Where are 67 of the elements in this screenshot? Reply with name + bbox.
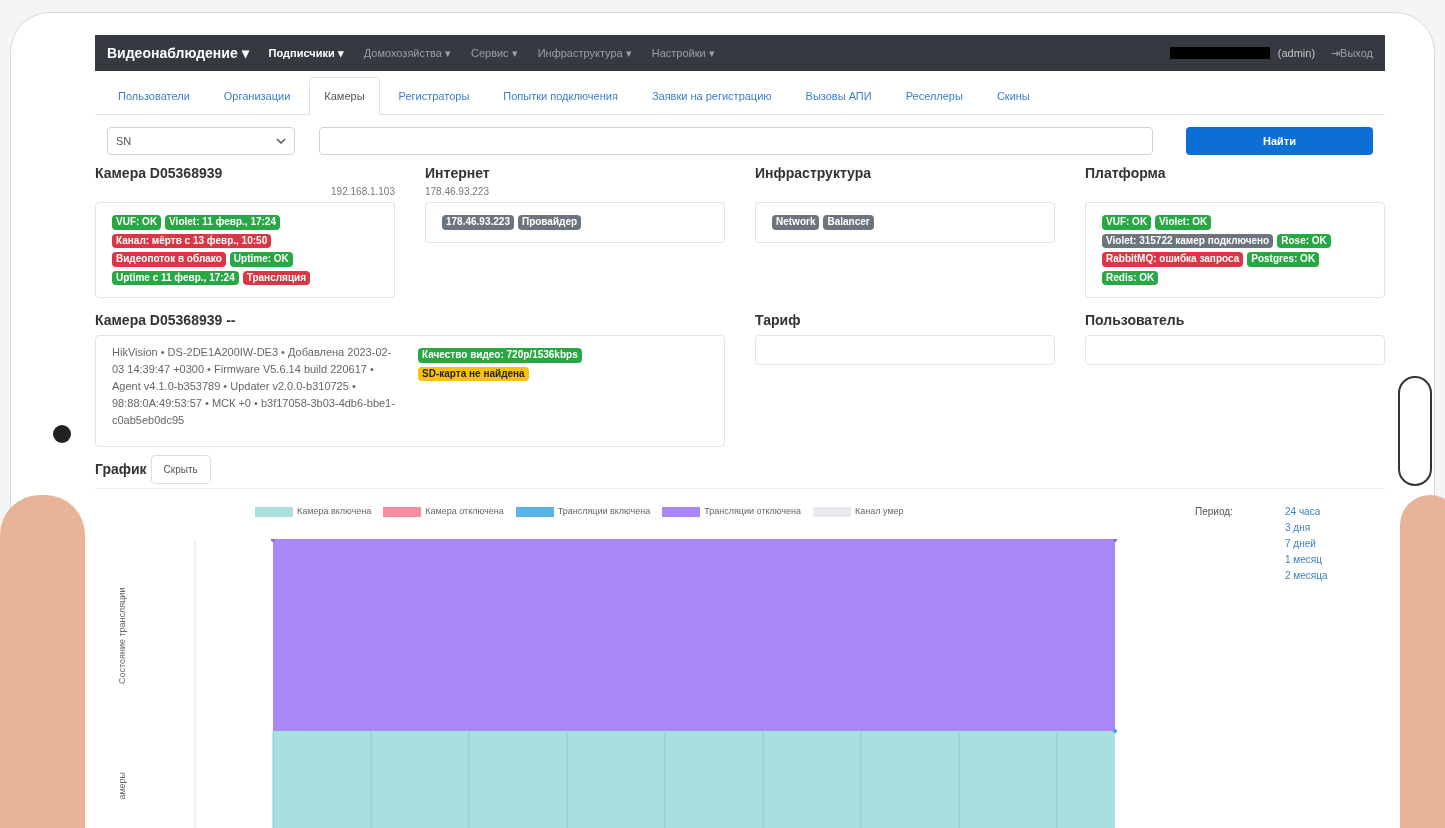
status-badge: Violet: OK: [1155, 215, 1212, 230]
section-title: График: [95, 460, 147, 479]
axis-label: Состояние трансляции: [116, 587, 129, 684]
status-badge: SD-карта не найдена: [418, 366, 529, 381]
section-title: Платформа: [1085, 164, 1167, 183]
hide-button[interactable]: Скрыть: [150, 455, 211, 484]
ip-address: 178.46.93.223: [425, 185, 489, 198]
period-link[interactable]: 1 месяц: [1285, 552, 1328, 568]
tab[interactable]: Вызовы АПИ: [790, 76, 887, 115]
ip-address: 192.168.1.103: [331, 185, 395, 198]
legend-label: Трансляции включена: [557, 505, 651, 518]
home-button[interactable]: [1398, 376, 1432, 486]
tab[interactable]: Заявки на регистрацию: [636, 76, 787, 115]
section-title: Камера D05368939 --: [95, 311, 237, 330]
period-link[interactable]: 7 дней: [1285, 536, 1328, 552]
nav-menu[interactable]: Инфраструктура ▾: [537, 44, 632, 62]
status-badge: Rose: OK: [1277, 233, 1331, 248]
status-badge: Violet: 315722 камер подключено: [1102, 233, 1274, 248]
status-badge: 178.46.93.223: [442, 215, 514, 230]
status-badge: VUF: OK: [112, 215, 162, 230]
tab[interactable]: Регистраторы: [383, 76, 485, 115]
status-badge: Трансляция: [242, 270, 311, 285]
nav-menu[interactable]: Домохозяйства ▾: [363, 44, 451, 62]
section-title: Пользователь: [1085, 311, 1186, 330]
status-badge: Видеопоток в облако: [112, 252, 226, 267]
nav-menu[interactable]: Подписчики ▾: [268, 44, 344, 62]
tab[interactable]: Попытки подключения: [488, 76, 633, 115]
search-type-select[interactable]: SN: [107, 127, 295, 155]
period-link[interactable]: 2 месяца: [1285, 568, 1328, 584]
period-label: Период:: [1195, 505, 1233, 519]
find-button[interactable]: Найти: [1186, 127, 1373, 155]
period-link[interactable]: 24 часа: [1285, 504, 1328, 520]
status-badge: Violet: 11 февр., 17:24: [165, 215, 280, 230]
legend-label: Камера отключена: [425, 505, 504, 518]
status-badge: VUF: OK: [1102, 215, 1152, 230]
section-title: Интернет: [425, 164, 491, 183]
search-field[interactable]: [319, 127, 1153, 155]
nav-menu[interactable]: Сервис ▾: [470, 44, 518, 62]
section-title: Камера D05368939: [95, 164, 224, 183]
legend-label: Канал умер: [855, 505, 904, 518]
tab[interactable]: Скины: [981, 76, 1045, 115]
tab[interactable]: Пользователи: [103, 76, 205, 115]
brand[interactable]: Видеонаблюдение ▾: [107, 42, 249, 64]
tab[interactable]: Камеры: [309, 76, 380, 115]
status-badge: Balancer: [823, 215, 874, 230]
nav-menu[interactable]: Настройки ▾: [651, 44, 715, 62]
status-badge: Uptime: OK: [229, 252, 293, 267]
tab[interactable]: Реселлеры: [890, 76, 978, 115]
axis-label: амеры: [116, 771, 129, 800]
status-badge: RabbitMQ: ошибка запроса: [1102, 252, 1244, 267]
status-badge: Качество видео: 720p/1536kbps: [418, 348, 582, 363]
username: (admin): [1277, 45, 1316, 61]
status-badge: Network: [772, 215, 820, 230]
status-badge: Провайдер: [517, 215, 582, 230]
status-badge: Redis: OK: [1102, 270, 1159, 285]
period-link[interactable]: 3 дня: [1285, 520, 1328, 536]
legend-label: Камера включена: [297, 505, 372, 518]
section-title: Инфраструктура: [755, 164, 873, 183]
status-badge: Канал: мёртв с 13 февр., 10:50: [112, 233, 272, 248]
tab[interactable]: Организации: [208, 76, 306, 115]
section-title: Тариф: [755, 311, 802, 330]
device-info: HikVision • DS-2DE1A200IW-DE3 • Добавлена 2023-02-03 14:39:47 +0300 • Firmware V5.6.14 build 220617 • Agent v4.1.0-b353789 • Updater v2.0.0-b310725 • 98:88:0A:49:53:57 • МСК +0 • b3f17058-3b03-4db6-bbe1-c0ab5eb0dc95: [112, 345, 396, 428]
legend-label: Трансляции отключена: [704, 505, 801, 518]
chevron-down-icon: [276, 138, 286, 144]
status-badge: Postgres: OK: [1247, 252, 1320, 267]
status-badge: Uptime с 11 февр., 17:24: [112, 270, 239, 285]
logout-link[interactable]: ⇥Выход: [1331, 44, 1373, 62]
